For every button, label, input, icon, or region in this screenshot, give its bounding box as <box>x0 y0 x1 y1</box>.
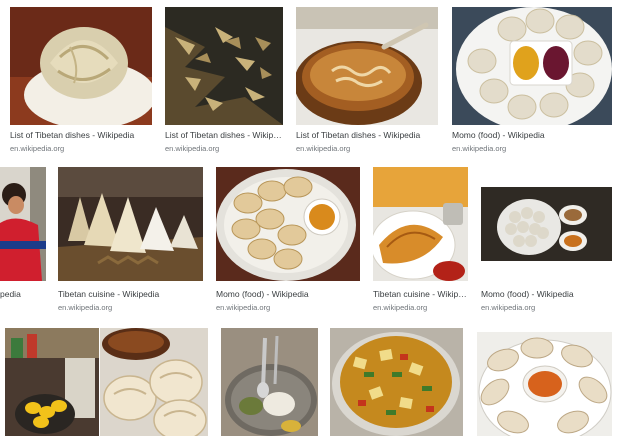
image-result-bread-rolls[interactable] <box>100 328 208 436</box>
result-title[interactable]: Momo (food) - Wikipedia <box>216 289 360 299</box>
result-thumbnail[interactable] <box>10 7 152 125</box>
result-thumbnail[interactable] <box>0 167 46 281</box>
image-result-momo-plate[interactable] <box>477 332 612 436</box>
result-thumbnail[interactable] <box>100 328 208 436</box>
result-title[interactable]: Tibetan cuisine - Wikipedia <box>58 289 203 299</box>
result-thumbnail[interactable] <box>373 167 468 281</box>
result-thumbnail[interactable] <box>58 167 203 281</box>
result-source: en.wikipedia.org <box>452 144 507 153</box>
result-title[interactable]: Momo (food) - Wikipedia <box>452 130 612 140</box>
result-title[interactable]: List of Tibetan dishes - Wikipedia <box>10 130 152 140</box>
result-thumbnail[interactable] <box>481 187 612 261</box>
result-source: en.wikipedia.org <box>165 144 220 153</box>
image-results-grid: { "results": [ {"title": "List of Tibeta… <box>0 0 620 436</box>
image-result-2[interactable]: List of Tibetan dishes - Wikipedia en.wi… <box>165 7 283 155</box>
image-result-9[interactable]: Momo (food) - Wikipedia en.wikipedia.org <box>481 187 612 313</box>
result-thumbnail[interactable] <box>221 328 318 436</box>
result-source: en.wikipedia.org <box>481 303 536 312</box>
result-thumbnail[interactable] <box>5 328 99 436</box>
image-result-5[interactable]: pedia <box>0 167 46 313</box>
image-result-plate-spoon[interactable] <box>221 328 318 436</box>
result-title[interactable]: List of Tibetan dishes - Wikipedia <box>296 130 438 140</box>
image-result-3[interactable]: List of Tibetan dishes - Wikipedia en.wi… <box>296 7 438 155</box>
image-result-curry[interactable] <box>330 328 463 436</box>
result-source: en.wikipedia.org <box>58 303 113 312</box>
result-thumbnail[interactable] <box>216 167 360 281</box>
result-source: en.wikipedia.org <box>216 303 271 312</box>
result-source: en.wikipedia.org <box>373 303 428 312</box>
result-thumbnail[interactable] <box>477 332 612 436</box>
result-title[interactable]: Tibetan cuisine - Wikipedia <box>373 289 468 299</box>
result-source: en.wikipedia.org <box>10 144 65 153</box>
image-result-6[interactable]: Tibetan cuisine - Wikipedia en.wikipedia… <box>58 167 203 313</box>
result-thumbnail[interactable] <box>165 7 283 125</box>
image-result-4[interactable]: Momo (food) - Wikipedia en.wikipedia.org <box>452 7 612 155</box>
result-title[interactable]: List of Tibetan dishes - Wikipedia <box>165 130 283 140</box>
result-thumbnail[interactable] <box>296 7 438 125</box>
image-result-1[interactable]: List of Tibetan dishes - Wikipedia en.wi… <box>10 7 152 155</box>
result-thumbnail[interactable] <box>330 328 463 436</box>
result-title[interactable]: pedia <box>0 289 46 299</box>
result-source: en.wikipedia.org <box>296 144 351 153</box>
result-thumbnail[interactable] <box>452 7 612 125</box>
image-result-market[interactable] <box>5 328 99 436</box>
image-result-8[interactable]: Tibetan cuisine - Wikipedia en.wikipedia… <box>373 167 468 313</box>
image-result-7[interactable]: Momo (food) - Wikipedia en.wikipedia.org <box>216 167 360 313</box>
result-title[interactable]: Momo (food) - Wikipedia <box>481 289 612 299</box>
